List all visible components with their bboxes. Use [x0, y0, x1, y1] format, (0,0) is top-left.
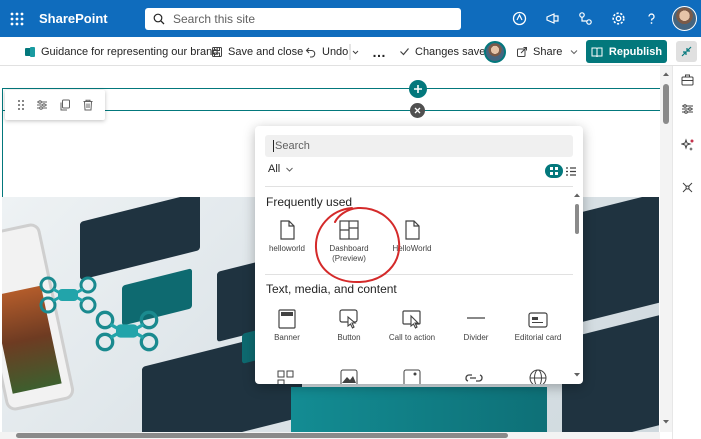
list-view-icon[interactable]	[566, 166, 576, 176]
book-icon	[591, 47, 603, 57]
edit-properties-icon[interactable]	[36, 99, 48, 111]
announcement-icon[interactable]	[536, 0, 569, 37]
add-webpart-button[interactable]	[409, 80, 427, 98]
app-launcher-icon[interactable]	[0, 0, 34, 37]
picker-scrollbar[interactable]	[573, 190, 581, 382]
search-icon	[153, 13, 165, 25]
webpart-search-placeholder: Search	[275, 140, 310, 152]
page-name: Guidance for representing our brand	[41, 45, 219, 58]
webpart-helloworld[interactable]: helloworld	[255, 218, 319, 254]
webpart-divider[interactable]: Divider	[444, 307, 508, 343]
webpart-banner[interactable]: Banner	[255, 307, 319, 343]
editorial-card-icon	[528, 312, 548, 328]
share-label: Share	[533, 45, 563, 58]
republish-button[interactable]: Republish	[586, 40, 667, 63]
connections-icon[interactable]	[569, 0, 602, 37]
scroll-down-icon	[663, 420, 669, 424]
webpart-label: Divider	[463, 333, 489, 342]
webpart-label: HelloWorld	[392, 244, 432, 253]
undo-icon	[305, 47, 316, 58]
save-status-label: Changes saved	[415, 45, 492, 58]
webpart-button[interactable]: Button	[317, 307, 381, 343]
webpart-label: Dashboard (Preview)	[329, 244, 369, 263]
plus-icon	[414, 85, 422, 93]
dashboard-icon	[339, 220, 359, 240]
document-icon	[404, 220, 420, 240]
call-to-action-icon	[402, 310, 421, 329]
picker-scroll-thumb[interactable]	[575, 204, 579, 234]
drag-handle-icon[interactable]	[17, 99, 25, 111]
scroll-up-icon	[663, 72, 669, 76]
chevron-down-icon	[286, 167, 294, 172]
collapse-panel-button[interactable]	[676, 41, 697, 62]
page-vertical-scroll-thumb[interactable]	[663, 84, 669, 124]
webpart-label: Editorial card	[514, 333, 562, 342]
checkmark-icon	[400, 48, 409, 56]
command-bar: Guidance for representing our brand Save…	[0, 37, 701, 66]
webpart-label: Call to action	[388, 333, 436, 342]
button-icon	[339, 309, 358, 329]
page-horizontal-scrollbar[interactable]	[0, 432, 660, 439]
banner-icon	[278, 309, 296, 329]
collapse-icon	[681, 46, 692, 57]
sparkle-icon[interactable]	[681, 138, 695, 152]
webpart-label: Button	[337, 333, 361, 342]
divider-icon	[467, 317, 485, 319]
save-close-label: Save and close	[228, 45, 304, 58]
webpart-editorial-card[interactable]: Editorial card	[506, 307, 570, 343]
chevron-down-icon	[571, 49, 578, 54]
undo-dropdown-button[interactable]	[349, 37, 364, 66]
undo-button[interactable]: Undo	[305, 37, 348, 66]
category-filter-dropdown[interactable]: All	[268, 163, 294, 175]
scroll-down-icon	[574, 373, 580, 377]
undo-label: Undo	[322, 45, 349, 58]
section-heading-frequent: Frequently used	[266, 195, 353, 209]
toolbox-icon[interactable]	[681, 74, 694, 86]
design-ideas-icon[interactable]	[681, 181, 694, 194]
save-status: Changes saved	[399, 37, 491, 66]
save-close-button[interactable]: Save and close	[211, 37, 303, 66]
search-placeholder: Search this site	[173, 12, 256, 26]
save-icon	[212, 46, 222, 57]
help-icon[interactable]	[635, 0, 668, 37]
grid-view-icon	[550, 167, 558, 175]
category-filter-value: All	[268, 163, 281, 175]
more-options-button[interactable]: …	[372, 37, 386, 66]
scroll-up-icon	[574, 193, 580, 197]
webpart-search-input[interactable]: Search	[265, 135, 573, 157]
webpart-label: helloworld	[268, 244, 306, 253]
editor-avatar[interactable]	[484, 37, 506, 66]
section-heading-text-media: Text, media, and content	[266, 282, 397, 296]
page-name-button[interactable]: Guidance for representing our brand	[24, 37, 218, 66]
webpart-helloworld-2[interactable]: HelloWorld	[380, 218, 444, 254]
properties-icon[interactable]	[681, 103, 694, 115]
webpart-dashboard-preview[interactable]: Dashboard (Preview)	[317, 218, 381, 264]
grid-view-toggle[interactable]	[545, 164, 563, 178]
share-icon	[517, 46, 527, 57]
close-insert-button[interactable]	[410, 103, 425, 118]
webpart-call-to-action[interactable]: Call to action	[380, 307, 444, 343]
copilot-icon[interactable]	[503, 0, 536, 37]
webpart-picker: Search All Frequently used helloworld Da…	[255, 126, 583, 384]
republish-label: Republish	[608, 45, 663, 58]
share-button[interactable]: Share	[516, 37, 584, 66]
duplicate-icon[interactable]	[59, 99, 71, 111]
gear-icon[interactable]	[602, 0, 635, 37]
site-search-box[interactable]: Search this site	[145, 8, 461, 30]
section-toolbar	[5, 90, 105, 120]
app-brand[interactable]: SharePoint	[39, 11, 108, 26]
page-horizontal-scroll-thumb[interactable]	[16, 433, 508, 438]
webpart-label: Banner	[274, 333, 300, 342]
right-toolbox-rail	[672, 66, 701, 439]
document-icon	[279, 220, 295, 240]
page-icon	[25, 46, 35, 57]
page-vertical-scrollbar[interactable]	[660, 66, 672, 432]
user-avatar[interactable]	[672, 6, 697, 31]
close-icon	[414, 107, 421, 114]
webpart-row-partial	[277, 369, 547, 384]
section-divider	[2, 88, 660, 89]
chevron-down-icon	[349, 43, 359, 60]
suite-bar: SharePoint Search this site	[0, 0, 701, 37]
delete-icon[interactable]	[82, 99, 94, 111]
